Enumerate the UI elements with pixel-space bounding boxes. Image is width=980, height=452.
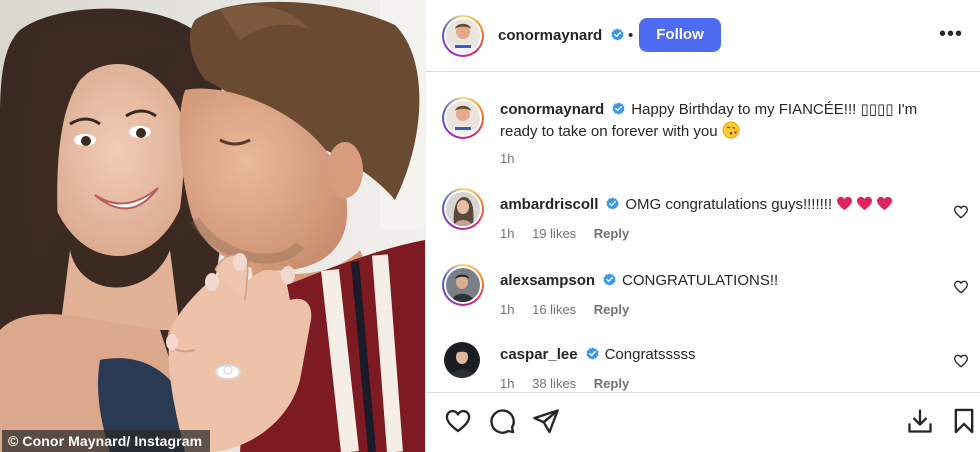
caption-time: 1h bbox=[500, 151, 515, 166]
caption-avatar-image bbox=[446, 101, 480, 135]
comment-username[interactable]: ambardriscoll bbox=[500, 196, 598, 213]
verified-badge-icon bbox=[611, 28, 624, 41]
comment-avatar[interactable] bbox=[442, 264, 484, 306]
author-username[interactable]: conormaynard bbox=[498, 27, 602, 44]
reply-button[interactable]: Reply bbox=[594, 226, 629, 241]
comment-username[interactable]: caspar_lee bbox=[500, 346, 578, 363]
red-heart-emoji-icon bbox=[837, 196, 853, 211]
caption-meta: 1h bbox=[500, 151, 528, 166]
comment-text: CONGRATULATIONS!! bbox=[622, 272, 779, 289]
comment-item: alexsampson CONGRATULATIONS!! 1h 16 like… bbox=[426, 262, 980, 326]
comment-time: 1h bbox=[500, 226, 515, 241]
couple-photo bbox=[0, 0, 425, 452]
comment-body: ambardriscoll OMG congratulations guys!!… bbox=[500, 194, 941, 216]
author-avatar-image bbox=[446, 19, 480, 53]
caption-username[interactable]: conormaynard bbox=[500, 101, 604, 118]
comment-likes[interactable]: 16 likes bbox=[532, 302, 576, 317]
post-caption: conormaynard Happy Birthday to my FIANCÉ… bbox=[426, 92, 980, 172]
author-avatar[interactable] bbox=[442, 15, 484, 57]
more-options-icon[interactable]: ••• bbox=[939, 24, 963, 44]
verified-badge-icon bbox=[612, 102, 625, 115]
red-heart-emoji-icon bbox=[857, 196, 873, 211]
comment-avatar-image bbox=[446, 268, 480, 302]
comment-item: ambardriscoll OMG congratulations guys!!… bbox=[426, 186, 980, 250]
comment-likes[interactable]: 19 likes bbox=[532, 226, 576, 241]
comment-username[interactable]: alexsampson bbox=[500, 272, 595, 289]
red-hearts-emoji bbox=[836, 196, 896, 213]
comment-avatar[interactable] bbox=[444, 342, 480, 378]
comment-body: alexsampson CONGRATULATIONS!! bbox=[500, 270, 941, 292]
verified-badge-icon bbox=[603, 273, 616, 286]
caption-avatar[interactable] bbox=[442, 97, 484, 139]
comment-body: caspar_lee Congratsssss bbox=[500, 344, 941, 366]
heart-icon[interactable] bbox=[953, 279, 969, 295]
comment-text: OMG congratulations guys!!!!!!! bbox=[625, 196, 833, 213]
comment-meta: 1h 16 likes Reply bbox=[500, 302, 643, 317]
share-icon[interactable] bbox=[532, 407, 560, 435]
caption-body: conormaynard Happy Birthday to my FIANCÉ… bbox=[500, 99, 941, 143]
red-heart-emoji-icon bbox=[877, 196, 893, 211]
comment-avatar-image bbox=[444, 342, 480, 378]
author-username-wrap[interactable]: conormaynard bbox=[498, 27, 624, 45]
heart-icon[interactable] bbox=[444, 407, 472, 435]
comment-meta: 1h 38 likes Reply bbox=[500, 376, 643, 391]
verified-badge-icon bbox=[606, 197, 619, 210]
comment-avatar-image bbox=[446, 192, 480, 226]
post-side-panel: conormaynard • Follow ••• conormaynard H… bbox=[425, 0, 980, 452]
photo-credit: © Conor Maynard/ Instagram bbox=[2, 430, 211, 452]
comment-text: Congratsssss bbox=[604, 346, 696, 363]
comment-item: caspar_lee Congratsssss 1h 38 likes Repl… bbox=[426, 338, 980, 392]
download-icon[interactable] bbox=[906, 407, 934, 435]
comment-time: 1h bbox=[500, 376, 515, 391]
heart-icon[interactable] bbox=[953, 353, 969, 369]
comment-time: 1h bbox=[500, 302, 515, 317]
post-photo[interactable]: © Conor Maynard/ Instagram bbox=[0, 0, 425, 452]
verified-badge-icon bbox=[585, 347, 599, 360]
post-action-bar bbox=[426, 392, 980, 452]
comment-meta: 1h 19 likes Reply bbox=[500, 226, 643, 241]
reply-button[interactable]: Reply bbox=[594, 376, 629, 391]
bookmark-icon[interactable] bbox=[950, 407, 978, 435]
header-separator: • bbox=[628, 27, 634, 44]
heart-icon[interactable] bbox=[953, 204, 969, 220]
comment-icon[interactable] bbox=[488, 407, 516, 435]
kissing-face-emoji-icon bbox=[722, 121, 740, 139]
follow-button[interactable]: Follow bbox=[639, 18, 721, 52]
comment-avatar[interactable] bbox=[442, 188, 484, 230]
reply-button[interactable]: Reply bbox=[594, 302, 629, 317]
comment-likes[interactable]: 38 likes bbox=[532, 376, 576, 391]
post-header: conormaynard • Follow ••• bbox=[426, 0, 980, 72]
